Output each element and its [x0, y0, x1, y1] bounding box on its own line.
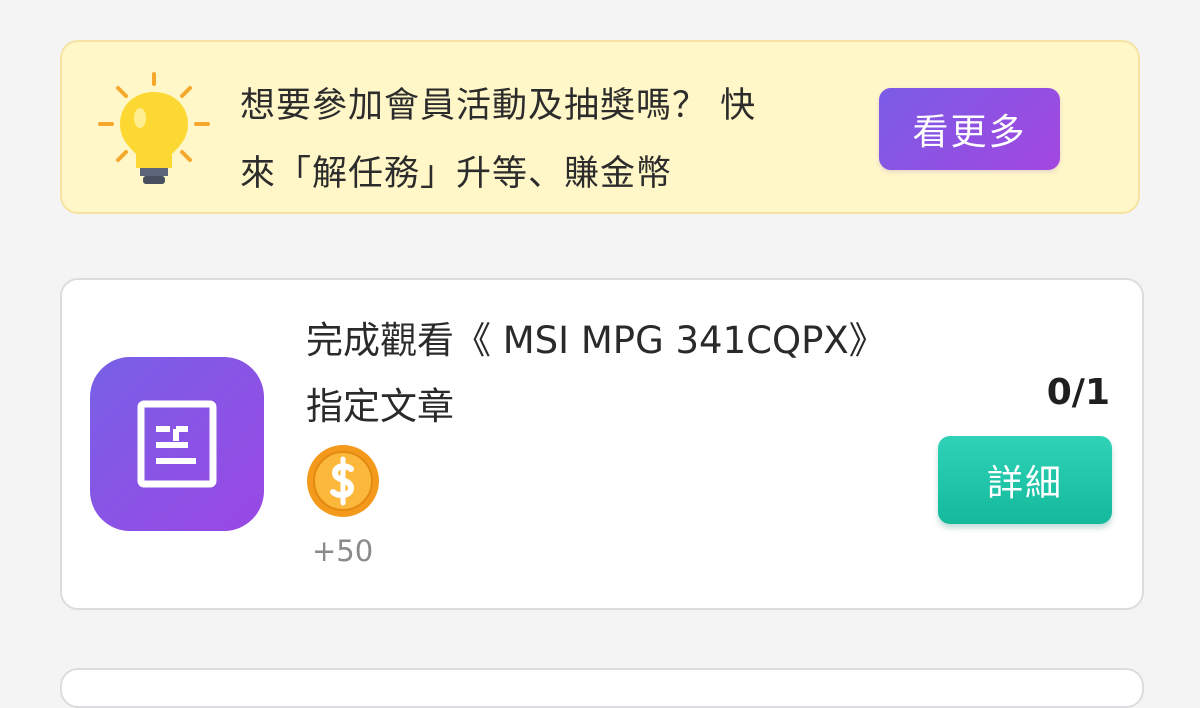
- promo-message: 想要參加會員活動及抽獎嗎？ 快 來「解任務」升等、賺金幣: [240, 72, 840, 208]
- promo-line-2: 來「解任務」升等、賺金幣: [240, 154, 673, 194]
- article-icon: [90, 357, 264, 531]
- next-task-card: [60, 668, 1144, 708]
- task-title-line-1: 完成觀看《 MSI MPG 341CQPX》: [306, 319, 886, 362]
- lightbulb-icon: [96, 68, 212, 190]
- reward-amount: +50: [312, 534, 374, 568]
- task-title-line-2: 指定文章: [306, 385, 454, 428]
- task-title: 完成觀看《 MSI MPG 341CQPX》 指定文章: [306, 308, 926, 440]
- coin-icon: [305, 443, 381, 519]
- task-progress: 0/1: [1046, 372, 1110, 413]
- detail-button[interactable]: 詳細: [938, 436, 1112, 524]
- see-more-button[interactable]: 看更多: [879, 88, 1060, 170]
- promo-line-1: 想要參加會員活動及抽獎嗎？ 快: [240, 86, 757, 126]
